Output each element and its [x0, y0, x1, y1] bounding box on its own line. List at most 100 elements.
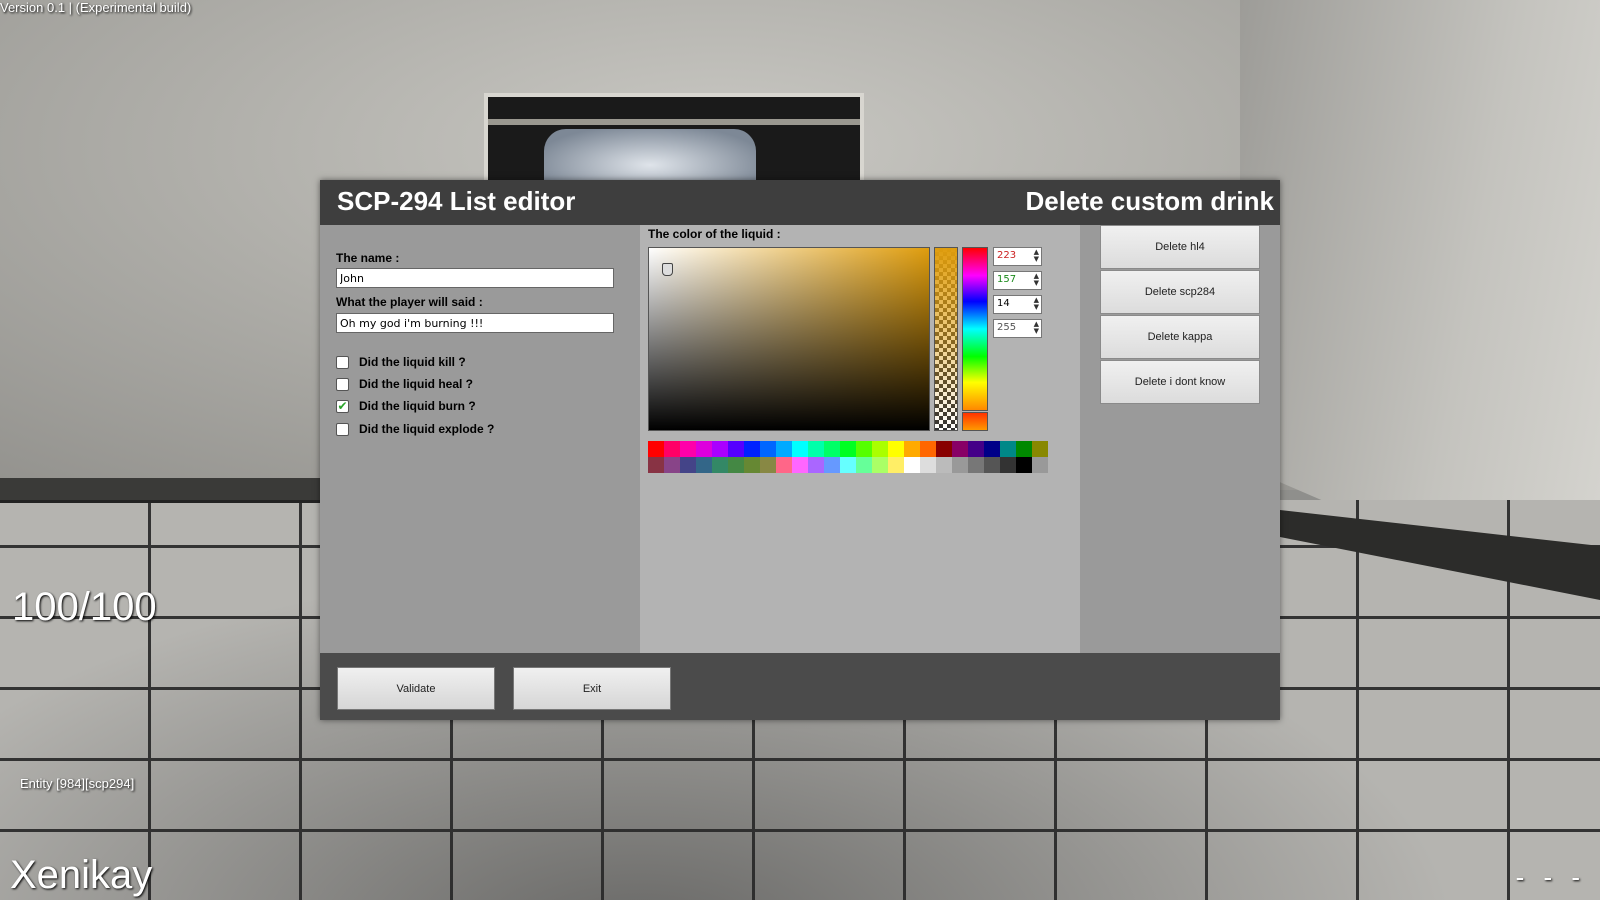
version-label: Version 0.1 | (Experimental build): [0, 0, 192, 15]
red-value: 223: [997, 250, 1017, 261]
kill-checkbox-label: Did the liquid kill ?: [359, 355, 466, 369]
palette-swatch[interactable]: [808, 441, 824, 457]
palette-swatch[interactable]: [744, 457, 760, 473]
palette-swatch[interactable]: [904, 457, 920, 473]
palette-swatch[interactable]: [840, 441, 856, 457]
burn-checkbox-label: Did the liquid burn ?: [359, 399, 476, 413]
hue-slider[interactable]: [962, 247, 988, 411]
alpha-gradient: [935, 248, 957, 430]
palette-swatch[interactable]: [920, 457, 936, 473]
palette-swatch[interactable]: [1016, 441, 1032, 457]
spin-arrows-icon[interactable]: ▲ ▼: [1034, 297, 1039, 311]
palette-swatch[interactable]: [920, 441, 936, 457]
color-picker-panel: The color of the liquid : 223 ▲ ▼ 157 ▲ ▼ …: [640, 225, 1080, 653]
burn-checkbox-row[interactable]: ✔ Did the liquid burn ?: [336, 397, 476, 415]
green-input[interactable]: 157 ▲ ▼: [993, 271, 1042, 290]
health-counter: 100/100: [12, 585, 157, 629]
green-value: 157: [997, 274, 1017, 285]
dialog-footer: Validate Exit: [320, 653, 1280, 720]
delete-kappa-button[interactable]: Delete kappa: [1100, 315, 1260, 359]
color-preview: [962, 412, 988, 431]
blue-value: 14: [997, 298, 1010, 309]
said-input[interactable]: [336, 313, 614, 333]
palette-swatch[interactable]: [664, 457, 680, 473]
palette-swatch[interactable]: [776, 441, 792, 457]
palette-swatch[interactable]: [648, 441, 664, 457]
explode-checkbox[interactable]: [336, 422, 349, 436]
kill-checkbox[interactable]: [336, 355, 349, 369]
color-label: The color of the liquid :: [648, 227, 781, 241]
palette-swatch[interactable]: [1000, 441, 1016, 457]
palette-swatch[interactable]: [728, 457, 744, 473]
red-input[interactable]: 223 ▲ ▼: [993, 247, 1042, 266]
heal-checkbox-label: Did the liquid heal ?: [359, 377, 473, 391]
palette-swatch[interactable]: [968, 441, 984, 457]
validate-button[interactable]: Validate: [337, 667, 495, 710]
alpha-value: 255: [997, 322, 1017, 333]
palette-swatch[interactable]: [1032, 441, 1048, 457]
palette-swatch[interactable]: [664, 441, 680, 457]
alpha-input[interactable]: 255 ▲ ▼: [993, 319, 1042, 338]
palette-swatch[interactable]: [824, 457, 840, 473]
scp294-machine: [484, 93, 864, 189]
palette-swatch[interactable]: [1032, 457, 1048, 473]
delete-i-dont-know-button[interactable]: Delete i dont know: [1100, 360, 1260, 404]
player-name: Xenikay: [10, 853, 153, 897]
palette-swatch[interactable]: [696, 457, 712, 473]
palette-swatch[interactable]: [792, 441, 808, 457]
dialog-title: SCP-294 List editor: [337, 186, 576, 216]
palette-swatch[interactable]: [936, 441, 952, 457]
form-panel: The name : What the player will said : D…: [320, 225, 640, 653]
said-label: What the player will said :: [336, 295, 483, 309]
palette-swatch[interactable]: [888, 457, 904, 473]
spin-arrows-icon[interactable]: ▲ ▼: [1034, 249, 1039, 263]
palette-swatch[interactable]: [792, 457, 808, 473]
palette-swatch[interactable]: [872, 457, 888, 473]
spin-arrows-icon[interactable]: ▲ ▼: [1034, 321, 1039, 335]
palette-swatch[interactable]: [648, 457, 664, 473]
palette-swatch[interactable]: [712, 441, 728, 457]
palette-swatch[interactable]: [1000, 457, 1016, 473]
palette-swatch[interactable]: [904, 441, 920, 457]
palette-swatch[interactable]: [760, 441, 776, 457]
explode-checkbox-row[interactable]: Did the liquid explode ?: [336, 420, 494, 438]
palette-swatch[interactable]: [808, 457, 824, 473]
heal-checkbox[interactable]: [336, 377, 349, 391]
palette-swatch[interactable]: [712, 457, 728, 473]
list-editor-dialog: SCP-294 List editor Delete custom drink …: [320, 180, 1280, 720]
heal-checkbox-row[interactable]: Did the liquid heal ?: [336, 375, 473, 393]
delete-hl4-button[interactable]: Delete hl4: [1100, 225, 1260, 269]
burn-checkbox[interactable]: ✔: [336, 399, 349, 413]
palette-swatch[interactable]: [840, 457, 856, 473]
kill-checkbox-row[interactable]: Did the liquid kill ?: [336, 353, 466, 371]
palette-swatch[interactable]: [952, 457, 968, 473]
palette-swatch[interactable]: [744, 441, 760, 457]
palette-swatch[interactable]: [856, 457, 872, 473]
palette-swatch[interactable]: [680, 441, 696, 457]
color-palette: [648, 441, 1048, 473]
palette-swatch[interactable]: [872, 441, 888, 457]
palette-swatch[interactable]: [824, 441, 840, 457]
palette-swatch[interactable]: [952, 441, 968, 457]
palette-swatch[interactable]: [888, 441, 904, 457]
color-marker-icon[interactable]: [662, 263, 673, 276]
name-input[interactable]: [336, 268, 614, 288]
palette-swatch[interactable]: [1016, 457, 1032, 473]
palette-swatch[interactable]: [968, 457, 984, 473]
spin-arrows-icon[interactable]: ▲ ▼: [1034, 273, 1039, 287]
palette-swatch[interactable]: [776, 457, 792, 473]
delete-scp284-button[interactable]: Delete scp284: [1100, 270, 1260, 314]
exit-button[interactable]: Exit: [513, 667, 671, 710]
palette-swatch[interactable]: [696, 441, 712, 457]
alpha-slider[interactable]: [934, 247, 958, 431]
palette-swatch[interactable]: [760, 457, 776, 473]
palette-swatch[interactable]: [984, 441, 1000, 457]
explode-checkbox-label: Did the liquid explode ?: [359, 422, 495, 436]
palette-swatch[interactable]: [680, 457, 696, 473]
blue-input[interactable]: 14 ▲ ▼: [993, 295, 1042, 314]
palette-swatch[interactable]: [984, 457, 1000, 473]
palette-swatch[interactable]: [856, 441, 872, 457]
palette-swatch[interactable]: [728, 441, 744, 457]
palette-swatch[interactable]: [936, 457, 952, 473]
saturation-value-field[interactable]: [648, 247, 930, 431]
